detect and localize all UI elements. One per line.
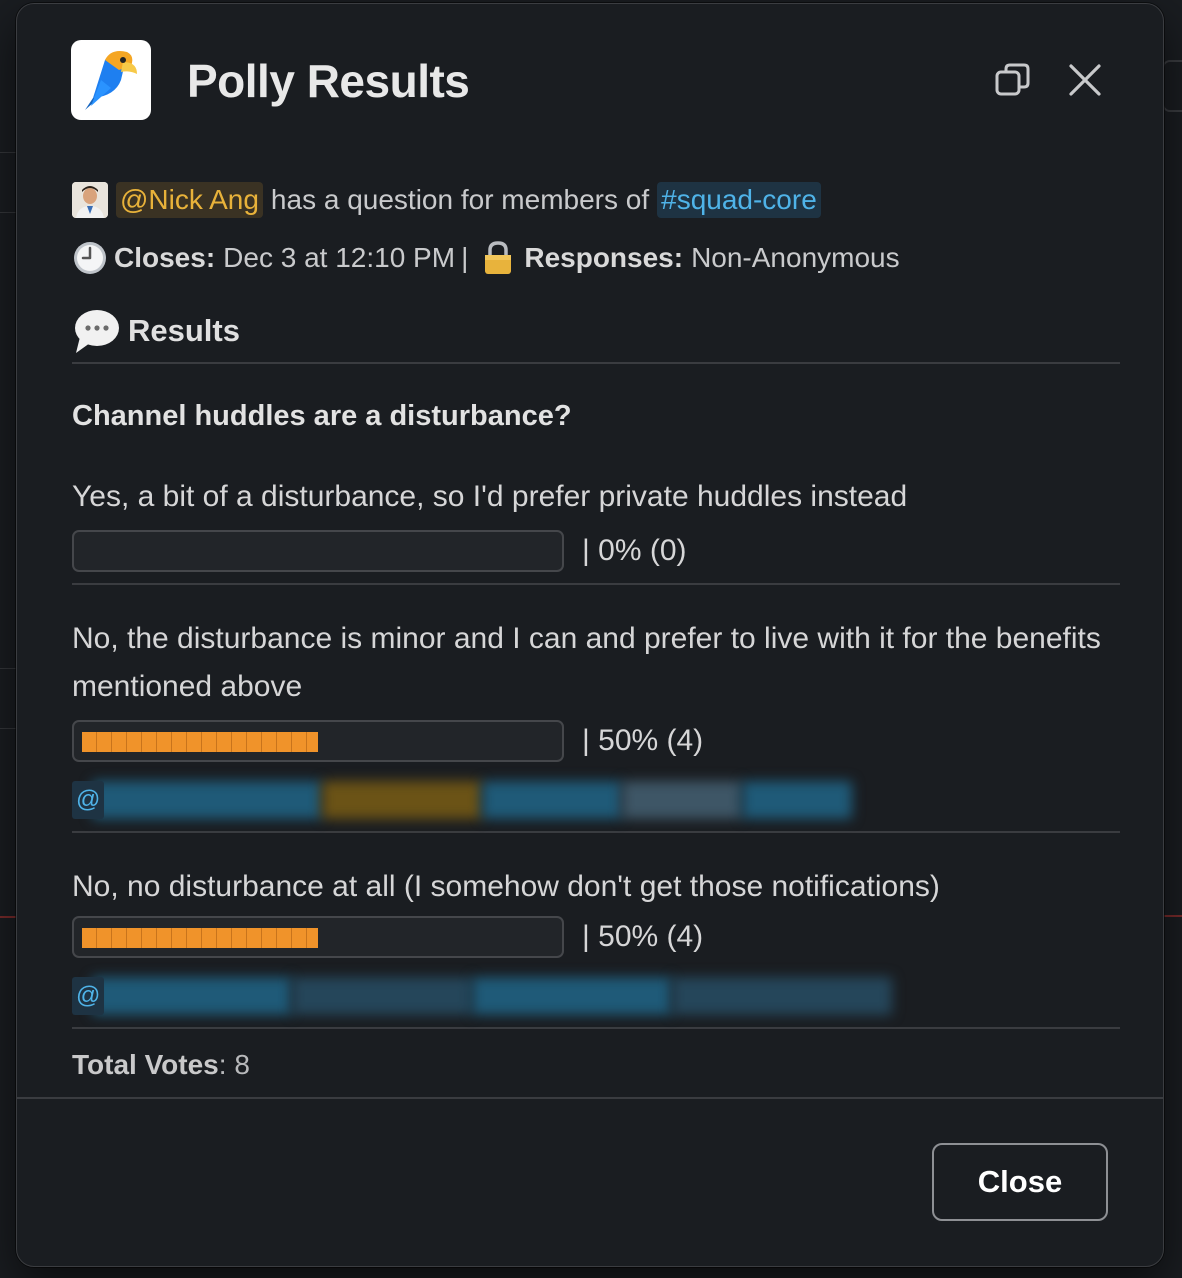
responses-label: Responses: <box>524 242 684 273</box>
total-votes-label: Total Votes <box>72 1049 219 1080</box>
close-button[interactable]: Close <box>932 1143 1108 1221</box>
result-percent: | 50% (4) <box>582 920 704 953</box>
total-votes: Total Votes: 8 <box>72 1049 1120 1081</box>
meta-separator: | <box>461 242 469 273</box>
voter-mention[interactable]: @ <box>72 977 105 1015</box>
responses-value: Non-Anonymous <box>691 242 900 273</box>
background-right-element <box>1162 60 1182 112</box>
popout-button[interactable] <box>987 54 1039 106</box>
voter-list: @ <box>72 779 872 821</box>
modal-content: @Nick Ang has a question for members of … <box>72 180 1120 1081</box>
lock-icon <box>485 241 512 274</box>
result-percent: | 0% (0) <box>582 534 687 567</box>
results-label: Results <box>128 313 240 348</box>
voter-mention[interactable]: @ <box>72 781 105 819</box>
speech-bubble-icon <box>75 310 119 353</box>
result-bar <box>72 720 564 762</box>
results-heading: Results <box>72 306 1120 356</box>
result-bar <box>72 916 564 958</box>
result-bar <box>72 530 564 572</box>
option-text: No, the disturbance is minor and I can a… <box>72 622 1101 703</box>
clock-icon <box>74 242 106 274</box>
option-divider <box>72 1027 1120 1029</box>
popout-icon <box>995 63 1030 96</box>
closes-value: Dec 3 at 12:10 PM <box>223 242 456 273</box>
poll-option: Yes, a bit of a disturbance, so I'd pref… <box>72 433 1120 585</box>
polly-results-modal: Polly Results @Nick Ang has a question f… <box>16 3 1164 1267</box>
polly-logo-icon <box>71 40 151 120</box>
avatar <box>72 182 108 218</box>
total-votes-value: : 8 <box>218 1049 250 1080</box>
poll-option: No, no disturbance at all (I somehow don… <box>72 833 1120 1029</box>
poll-meta: Closes: Dec 3 at 12:10 PM | Responses: N… <box>72 238 1120 278</box>
closes-label: Closes: <box>114 242 216 273</box>
channel-link[interactable]: #squad-core <box>657 182 821 218</box>
voter-list: @ <box>72 975 892 1017</box>
modal-title: Polly Results <box>187 55 470 107</box>
option-result-row: | 0% (0) <box>72 529 1120 573</box>
poll-option: No, the disturbance is minor and I can a… <box>72 585 1120 833</box>
results-divider <box>72 362 1120 364</box>
modal-header: Polly Results <box>71 40 1109 120</box>
footer-divider <box>17 1097 1163 1099</box>
option-result-row: | 50% (4) <box>72 719 1120 763</box>
option-result-row: | 50% (4) <box>72 915 1120 959</box>
asker-line: @Nick Ang has a question for members of … <box>72 180 1120 220</box>
poll-question: Channel huddles are a disturbance? <box>72 400 572 432</box>
result-bar-fill <box>82 928 318 948</box>
option-text: No, no disturbance at all (I somehow don… <box>72 870 940 903</box>
option-text: Yes, a bit of a disturbance, so I'd pref… <box>72 480 908 513</box>
asker-mention[interactable]: @Nick Ang <box>116 182 263 218</box>
background-new-divider <box>1164 915 1182 917</box>
result-percent: | 50% (4) <box>582 724 704 757</box>
close-icon <box>1069 64 1101 96</box>
result-bar-fill <box>82 732 318 752</box>
close-x-button[interactable] <box>1059 54 1111 106</box>
asker-text: has a question for members of <box>270 184 650 215</box>
